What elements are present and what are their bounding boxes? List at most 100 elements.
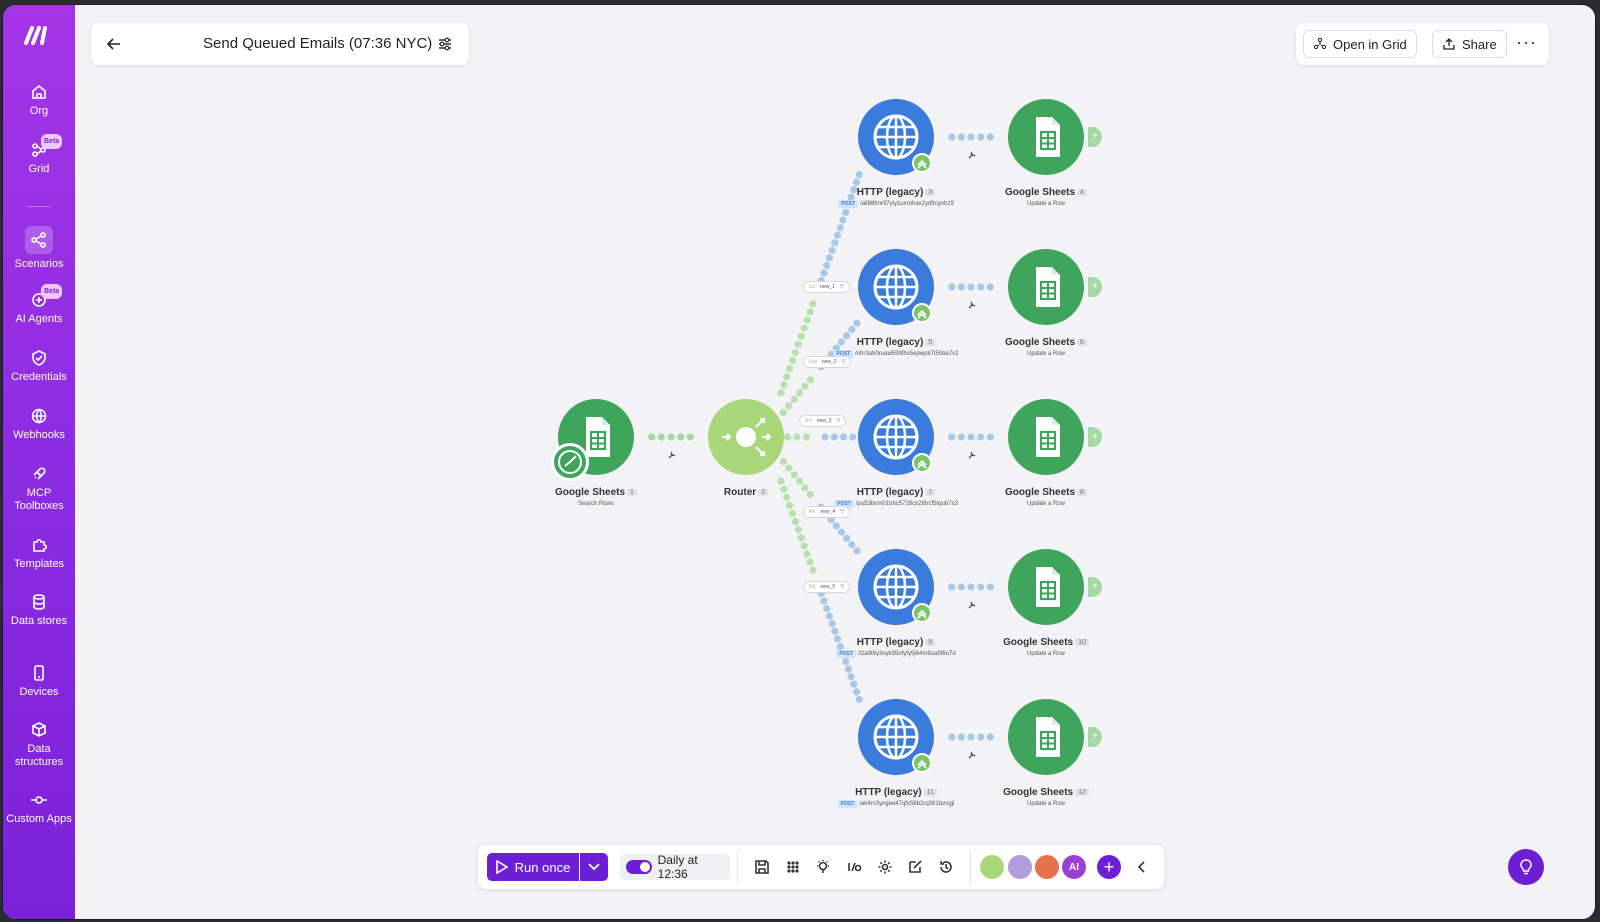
sidebar-item-devices[interactable]: Devices [3,664,75,699]
link-dot [986,583,994,591]
method-badge: POST [838,200,858,208]
sidebar-item-webhooks[interactable]: Webhooks [3,407,75,442]
route-filter-label[interactable]: 4th new_4 ▽ [802,506,851,518]
io-icon[interactable] [844,857,864,877]
link-dot [786,365,794,373]
wrench-icon[interactable] [968,601,976,609]
route-filter-label[interactable]: 2nd new_2 ▽ [802,356,852,368]
node-subtitle: Search Rows [578,501,614,507]
link-dot [967,583,975,591]
save-icon[interactable] [752,857,772,877]
route-filter-label[interactable]: 1st new_1 ▽ [802,281,850,293]
sidebar-item-org[interactable]: Org [3,83,75,118]
link-dot [957,733,965,741]
link-dot [794,526,802,534]
sidebar-item-data-structures[interactable]: Data structures [3,721,75,769]
make-logo[interactable] [23,23,53,47]
schedule-clock-icon[interactable] [551,443,589,481]
link-dot [803,316,811,324]
sidebar-item-grid[interactable]: Beta Grid [3,134,75,176]
sheets-node[interactable] [1008,399,1084,475]
sidebar-item-label: Webhooks [13,429,65,441]
http-url: /all88fmr97yly1uxrohax2ydfrcyvhz9 [859,201,954,207]
add-app-button[interactable]: + [1097,855,1121,879]
sheets-node[interactable] [1008,699,1084,775]
http-node[interactable] [858,699,934,775]
sheets-icon [1036,567,1060,607]
sidebar-item-scenarios[interactable]: Scenarios [3,226,75,271]
sheets-icon [1036,717,1060,757]
wrench-icon[interactable] [668,451,676,459]
link-dot [809,566,817,574]
sidebar-item-data-stores[interactable]: Data stores [3,593,75,628]
link-dot [777,389,785,397]
run-options-dropdown[interactable] [580,853,608,881]
filter-funnel-icon: ▽ [840,584,845,590]
link-dot [850,680,858,688]
sidebar-item-mcp-toolboxes[interactable]: MCP Toolboxes [3,465,75,513]
link-dot [820,269,828,277]
app-icon-tools[interactable] [1035,855,1059,879]
link-dot [948,583,956,591]
toolbar-divider [737,851,738,883]
auto-align-icon[interactable] [783,857,803,877]
sidebar-item-credentials[interactable]: Credentials [3,349,75,384]
sidebar-item-templates[interactable]: Templates [3,536,75,571]
notes-icon[interactable] [905,857,925,877]
wrench-icon[interactable] [968,451,976,459]
node-name: Google Sheets [1003,637,1074,648]
route-name: new_3 [816,418,832,424]
link-dot [833,231,842,239]
run-once-button[interactable]: Run once [487,853,579,881]
lightbulb-icon[interactable] [813,857,833,877]
link-dot [777,477,785,485]
link-dot [823,261,831,270]
sidebar-divider [27,206,51,207]
node-name: Google Sheets [1005,487,1076,498]
link-dot [843,534,851,542]
sidebar-item-ai-agents[interactable]: Beta AI Agents [3,284,75,326]
app-icon-router[interactable] [980,855,1004,879]
route-filter-label[interactable]: 5th new_5 ▽ [802,581,851,593]
link-dot [967,733,975,741]
link-dot [785,464,793,472]
http-node[interactable] [858,99,934,175]
sheets-node[interactable] [1008,249,1084,325]
route-order: 2nd [808,359,817,365]
node-label: Google Sheets 10 [966,637,1126,648]
http-node[interactable] [858,399,934,475]
node-number: 9 [925,639,936,646]
schedule-toggle[interactable] [626,860,652,874]
node-label: HTTP (legacy) 3 [816,187,976,198]
history-icon[interactable] [936,857,956,877]
gear-icon[interactable] [875,857,895,877]
node-name: HTTP (legacy) [856,487,924,498]
wrench-icon[interactable] [968,751,976,759]
scenario-canvas[interactable]: Google Sheets 1 Search Rows Router 2 HTTP (le… [75,5,1595,919]
app-icon-flow-control[interactable] [1008,855,1032,879]
http-node[interactable] [858,549,934,625]
sheets-node[interactable] [1008,549,1084,625]
router-node[interactable] [708,399,784,475]
sidebar-item-custom-apps[interactable]: Custom Apps [3,791,75,826]
wrench-icon[interactable] [968,151,976,159]
chevron-up-badge-icon [912,753,932,773]
collapse-chevron-icon[interactable] [1132,857,1152,877]
link-dot [832,522,840,530]
link-dot [790,471,798,479]
link-dot [823,604,831,613]
app-icon-ai[interactable]: AI [1062,855,1086,879]
wrench-icon[interactable] [968,301,976,309]
schedule-control[interactable]: Daily at 12:36 [620,853,730,881]
node-name: Google Sheets [1005,187,1076,198]
sidebar-item-label: Data stores [10,615,68,627]
route-filter-label[interactable]: 3rd new_3 ▽ [798,415,847,427]
node-label: HTTP (legacy) 9 [816,637,976,648]
sheets-node[interactable] [1008,99,1084,175]
puzzle-icon [30,536,48,554]
help-button[interactable] [1508,849,1544,885]
link-dot [803,550,811,558]
play-icon [495,860,508,874]
http-node[interactable] [858,249,934,325]
link-dot [806,308,814,316]
